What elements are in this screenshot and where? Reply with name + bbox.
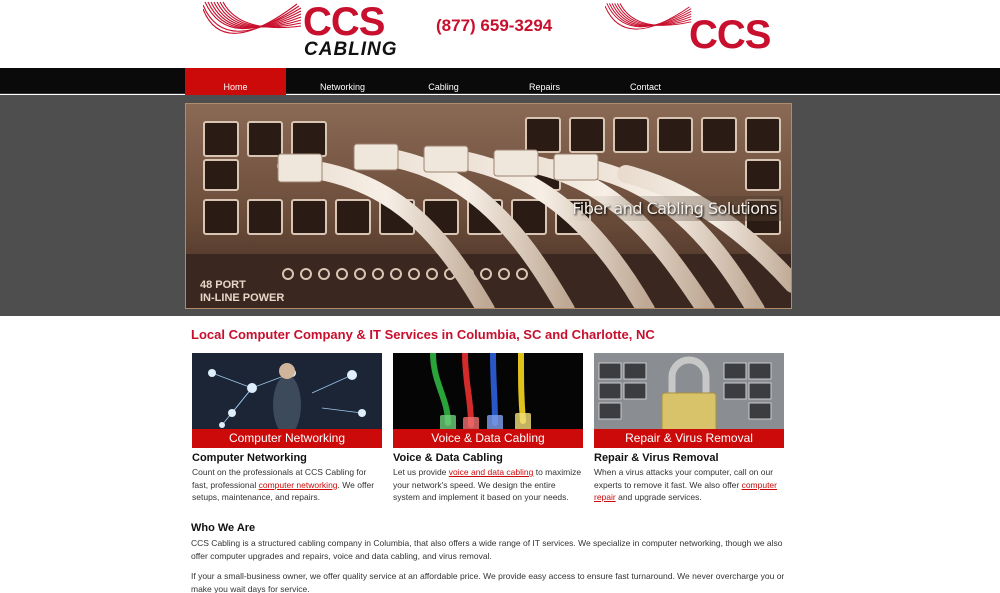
site-header: CCS CABLING (877) 659-3294 CCS <box>0 0 1000 68</box>
logo-cabling-text: CABLING <box>304 39 398 60</box>
swoosh-logo-icon <box>203 1 302 34</box>
computer-networking-link[interactable]: computer networking <box>259 480 338 490</box>
voice-data-cabling-link[interactable]: voice and data cabling <box>449 467 534 477</box>
main-nav: Home Networking Cabling Repairs Contact <box>0 68 1000 105</box>
card-description: Let us provide voice and data cabling to… <box>393 466 583 504</box>
port-label-1: 48 PORT <box>200 279 246 291</box>
ccs-cabling-logo[interactable]: CCS CABLING <box>203 0 397 64</box>
card-title: Repair & Virus Removal <box>594 452 719 464</box>
page-headline: Local Computer Company & IT Services in … <box>191 327 655 342</box>
nav-item-repairs[interactable]: Repairs <box>494 68 595 94</box>
swoosh-logo-icon <box>605 3 692 30</box>
who-we-are-paragraph-2: If your a small-business owner, we offer… <box>191 571 785 593</box>
logo-ccs-text: CCS <box>303 0 385 44</box>
service-card-cabling: Voice & Data Cabling Voice & Data Cablin… <box>393 353 583 504</box>
nav-item-contact[interactable]: Contact <box>595 68 696 94</box>
card-description: When a virus attacks your computer, call… <box>594 466 784 504</box>
who-we-are-heading: Who We Are <box>191 522 256 534</box>
hero-banner: 48 PORT IN-LINE POWER Fiber and Cabling … <box>185 103 792 309</box>
logo-ccs-text-secondary: CCS <box>689 13 771 57</box>
card-banner: Repair & Virus Removal <box>594 429 784 448</box>
ccs-logo-secondary: CCS <box>605 0 775 64</box>
networking-image[interactable]: Computer Networking <box>192 353 382 448</box>
service-card-networking: Computer Networking Computer Networking … <box>192 353 382 504</box>
card-text: and upgrade services. <box>615 492 702 502</box>
card-title: Computer Networking <box>192 452 307 464</box>
hero-caption: Fiber and Cabling Solutions <box>566 196 783 221</box>
nav-item-cabling[interactable]: Cabling <box>393 68 494 94</box>
cabling-image[interactable]: Voice & Data Cabling <box>393 353 583 448</box>
card-title: Voice & Data Cabling <box>393 452 503 464</box>
phone-number[interactable]: (877) 659-3294 <box>436 16 552 36</box>
card-text: Let us provide <box>393 467 449 477</box>
card-banner: Voice & Data Cabling <box>393 429 583 448</box>
who-we-are-paragraph-1: CCS Cabling is a structured cabling comp… <box>191 538 783 561</box>
card-banner: Computer Networking <box>192 429 382 448</box>
repair-image[interactable]: Repair & Virus Removal <box>594 353 784 448</box>
service-card-repair: Repair & Virus Removal Repair & Virus Re… <box>594 353 784 504</box>
card-description: Count on the professionals at CCS Cablin… <box>192 466 382 504</box>
port-label-2: IN-LINE POWER <box>200 292 284 304</box>
nav-item-networking[interactable]: Networking <box>292 68 393 94</box>
